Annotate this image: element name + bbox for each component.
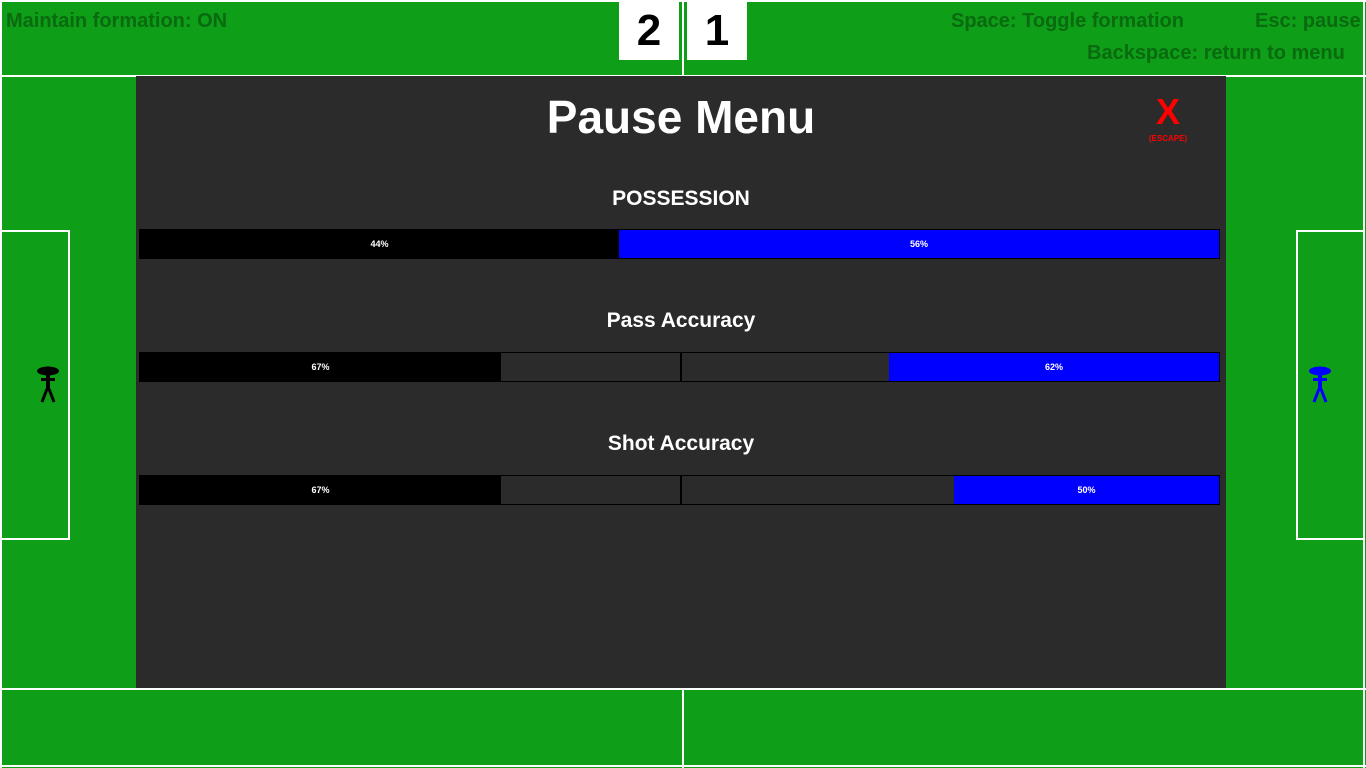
pass-accuracy-title: Pass Accuracy — [606, 309, 756, 332]
pass-accuracy-center-divider — [680, 353, 682, 381]
close-pause-button[interactable]: X (ESCAPE) — [1136, 92, 1200, 144]
pass-accuracy-away-label: 62% — [1044, 362, 1063, 372]
pause-menu-title: Pause Menu — [546, 91, 816, 143]
home-goalkeeper-icon — [37, 366, 59, 403]
shot-accuracy-bar: 67% 50% — [139, 475, 1220, 505]
close-icon[interactable]: X — [1136, 92, 1200, 132]
formation-status: Maintain formation: ON — [6, 10, 228, 32]
shot-accuracy-away-fill: 50% — [954, 476, 1219, 504]
toggle-formation-hint: Space: Toggle formation — [951, 10, 1184, 32]
away-score: 1 — [687, 0, 747, 60]
close-hint: (ESCAPE) — [1148, 134, 1188, 143]
possession-bar: 44% 56% — [139, 229, 1220, 259]
shot-accuracy-center-divider — [680, 476, 682, 504]
pause-menu: Pause Menu X (ESCAPE) POSSESSION 44% 56%… — [136, 76, 1226, 688]
shot-accuracy-away-label: 50% — [1077, 485, 1096, 495]
possession-home-label: 44% — [370, 239, 389, 249]
pass-accuracy-away-fill: 62% — [889, 353, 1219, 381]
shot-accuracy-home-fill: 67% — [140, 476, 501, 504]
shot-accuracy-title: Shot Accuracy — [607, 432, 755, 455]
possession-home-fill: 44% — [140, 230, 619, 258]
pause-hint: Esc: pause — [1255, 10, 1361, 32]
return-to-menu-hint: Backspace: return to menu — [1087, 42, 1345, 64]
possession-title: POSSESSION — [612, 187, 750, 210]
pass-accuracy-home-fill: 67% — [140, 353, 501, 381]
possession-away-fill: 56% — [619, 230, 1219, 258]
pass-accuracy-bar: 67% 62% — [139, 352, 1220, 382]
right-box-line-bottom — [1091, 688, 1366, 690]
left-box-line-bottom — [0, 688, 275, 690]
pass-accuracy-home-label: 67% — [311, 362, 330, 372]
away-goalkeeper-icon — [1309, 366, 1331, 403]
home-score: 2 — [619, 0, 679, 60]
possession-away-label: 56% — [909, 239, 928, 249]
shot-accuracy-home-label: 67% — [311, 485, 330, 495]
